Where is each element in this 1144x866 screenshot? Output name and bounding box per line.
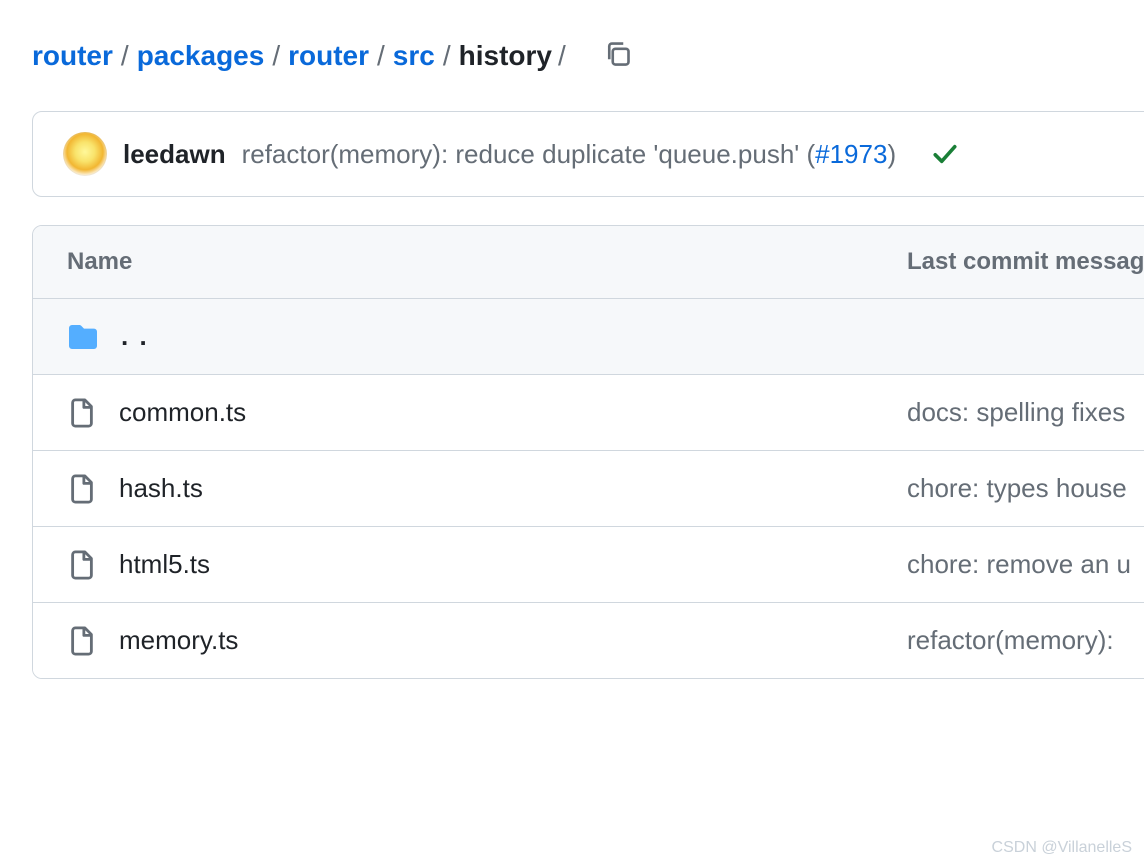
breadcrumb-separator: / [119,35,131,77]
commit-message-cell[interactable]: chore: remove an u [907,545,1144,584]
folder-icon [67,322,99,352]
watermark: CSDN @VillanelleS [992,836,1132,860]
breadcrumb-separator: / [441,35,453,77]
column-header-name: Name [67,244,907,280]
file-name: hash.ts [119,469,203,508]
breadcrumb-separator: / [375,35,387,77]
latest-commit-box: leedawn refactor(memory): reduce duplica… [32,111,1144,197]
commit-message-cell[interactable]: refactor(memory): [907,621,1144,660]
copy-icon [604,40,632,71]
commit-message-text: refactor(memory): reduce duplicate 'queu… [242,139,816,169]
breadcrumb-link-packages[interactable]: packages [137,35,265,77]
commit-message-suffix: ) [887,139,896,169]
file-table: Name Last commit message . . common.ts d… [32,225,1144,679]
breadcrumb-link-src[interactable]: src [393,35,435,77]
pr-link[interactable]: #1973 [815,139,887,169]
avatar[interactable] [63,132,107,176]
table-row[interactable]: common.ts docs: spelling fixes [33,375,1144,451]
breadcrumb-link-router[interactable]: router [32,35,113,77]
file-icon [67,398,97,428]
column-header-message: Last commit message [907,244,1144,280]
copy-path-button[interactable] [596,32,640,79]
breadcrumb-trailing-separator: / [558,35,566,77]
commit-message[interactable]: refactor(memory): reduce duplicate 'queu… [242,135,897,174]
file-name: memory.ts [119,621,238,660]
table-row[interactable]: memory.ts refactor(memory): [33,603,1144,678]
breadcrumb-separator: / [270,35,282,77]
commit-message-cell[interactable]: chore: types house [907,469,1144,508]
breadcrumb-current: history [459,35,552,77]
table-header: Name Last commit message [33,226,1144,299]
file-icon [67,474,97,504]
commit-author[interactable]: leedawn [123,135,226,174]
breadcrumb-link-router2[interactable]: router [288,35,369,77]
table-row[interactable]: hash.ts chore: types house [33,451,1144,527]
parent-directory-label: . . [121,317,149,356]
file-name: html5.ts [119,545,210,584]
file-icon [67,550,97,580]
file-name: common.ts [119,393,246,432]
table-row[interactable]: html5.ts chore: remove an u [33,527,1144,603]
commit-message-cell[interactable]: docs: spelling fixes [907,393,1144,432]
file-icon [67,626,97,656]
parent-directory-row[interactable]: . . [33,299,1144,375]
check-icon[interactable] [932,141,958,167]
breadcrumb: router / packages / router / src / histo… [32,32,1144,79]
